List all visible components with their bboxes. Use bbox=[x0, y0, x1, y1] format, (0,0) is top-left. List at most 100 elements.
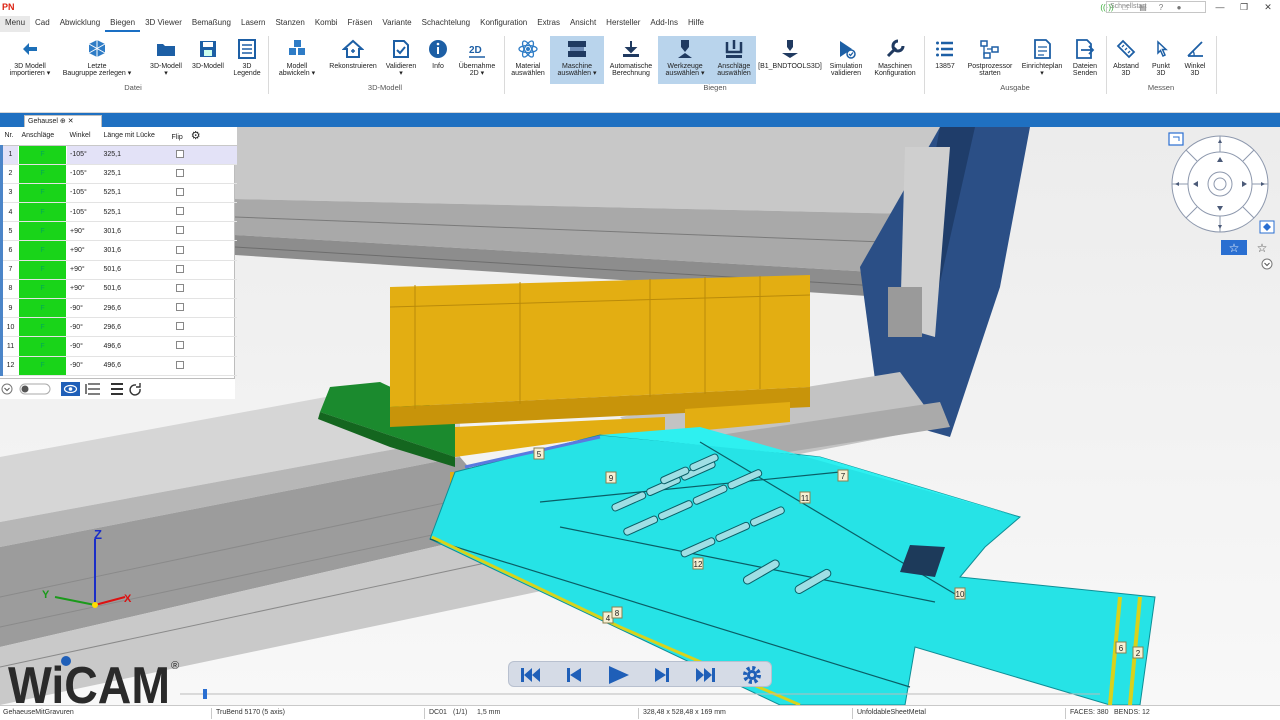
skip-to-end-icon[interactable] bbox=[691, 664, 721, 686]
transfer-2d-button[interactable]: 2D Übernahme 2D ▾ bbox=[454, 36, 500, 84]
flip-checkbox[interactable] bbox=[175, 207, 184, 216]
table-row[interactable]: 5 F +90° 301,6 bbox=[0, 221, 237, 242]
flip-checkbox[interactable] bbox=[175, 360, 184, 369]
tab-extras[interactable]: Extras bbox=[532, 16, 565, 32]
star-icon[interactable]: ☆ bbox=[1257, 241, 1268, 255]
tab-variante[interactable]: Variante bbox=[377, 16, 416, 32]
tab-cad[interactable]: Cad bbox=[30, 16, 55, 32]
skip-to-start-icon[interactable] bbox=[515, 664, 545, 686]
info-button[interactable]: Info bbox=[424, 36, 452, 84]
import-3d-model-button[interactable]: 3D Modell importieren ▾ bbox=[6, 36, 54, 84]
flip-checkbox[interactable] bbox=[175, 226, 184, 235]
table-row[interactable]: 9 F -90° 296,6 bbox=[0, 297, 237, 319]
flip-checkbox[interactable] bbox=[175, 283, 184, 292]
flip-checkbox[interactable] bbox=[175, 245, 184, 254]
tab-ansicht[interactable]: Ansicht bbox=[565, 16, 601, 32]
settings-gear-icon[interactable] bbox=[737, 664, 767, 686]
table-row[interactable]: 7 F +90° 501,6 bbox=[0, 259, 237, 280]
flip-checkbox[interactable] bbox=[175, 168, 184, 177]
stop-indicator[interactable]: F bbox=[18, 278, 67, 300]
stop-indicator[interactable]: F bbox=[18, 240, 67, 261]
stop-indicator[interactable]: F bbox=[18, 144, 67, 165]
bend-label[interactable]: 2 bbox=[1132, 646, 1144, 659]
tab-stanzen[interactable]: Stanzen bbox=[270, 16, 309, 32]
tab-lasern[interactable]: Lasern bbox=[236, 16, 270, 32]
send-files-button[interactable]: Dateien Senden bbox=[1068, 36, 1102, 84]
flip-checkbox[interactable] bbox=[175, 341, 184, 350]
stop-indicator[interactable]: F bbox=[18, 182, 67, 204]
tab-3d-viewer[interactable]: 3D Viewer bbox=[140, 16, 187, 32]
select-machine-button[interactable]: Maschine auswählen ▾ bbox=[550, 36, 604, 84]
start-postprocessor-button[interactable]: Postprozessor starten bbox=[964, 36, 1016, 84]
stop-indicator[interactable]: F bbox=[18, 163, 67, 184]
list-compact-icon[interactable] bbox=[111, 383, 123, 395]
flip-checkbox[interactable] bbox=[175, 264, 184, 273]
flip-checkbox[interactable] bbox=[175, 149, 184, 158]
table-row[interactable]: 1 F -105° 325,1 bbox=[0, 144, 237, 165]
bend-label[interactable]: 12 bbox=[692, 557, 704, 570]
reconstruct-button[interactable]: Rekonstruieren bbox=[326, 36, 380, 84]
bend-label[interactable]: 9 bbox=[605, 471, 617, 484]
view-mode-icon[interactable] bbox=[1168, 132, 1184, 146]
3d-legend-button[interactable]: 3D Legende bbox=[230, 36, 264, 84]
tab-menu[interactable]: Menu bbox=[0, 16, 31, 32]
flip-checkbox[interactable] bbox=[175, 187, 184, 196]
tab-hilfe[interactable]: Hilfe bbox=[683, 16, 709, 32]
stop-indicator[interactable]: F bbox=[18, 355, 67, 376]
select-stops-button[interactable]: Anschläge auswählen bbox=[712, 36, 756, 84]
bend-label[interactable]: 8 bbox=[611, 606, 623, 619]
tab-abwicklung[interactable]: Abwicklung bbox=[55, 16, 105, 32]
unfold-model-button[interactable]: Modell abwickeln ▾ bbox=[272, 36, 322, 84]
stop-indicator[interactable]: F bbox=[18, 297, 67, 319]
table-row[interactable]: 12 F -90° 496,6 bbox=[0, 355, 237, 376]
bend-label[interactable]: 11 bbox=[799, 491, 811, 504]
tab-fräsen[interactable]: Fräsen bbox=[343, 16, 378, 32]
document-tab[interactable]: Gehausel ⊕ ✕ bbox=[24, 115, 102, 127]
table-row[interactable]: 8 F +90° 501,6 bbox=[0, 278, 237, 300]
measure-angle-button[interactable]: Winkel 3D bbox=[1180, 36, 1210, 84]
last-assembly-button[interactable]: Letzte Baugruppe zerlegen ▾ bbox=[60, 36, 134, 84]
bend-label[interactable]: 6 bbox=[1115, 641, 1127, 654]
measure-point-button[interactable]: Punkt 3D bbox=[1146, 36, 1176, 84]
flip-checkbox[interactable] bbox=[175, 303, 184, 312]
setup-plan-button[interactable]: Einrichteplan ▾ bbox=[1018, 36, 1066, 84]
bend-tools-3d-button[interactable]: [B1_BNDTOOLS3D] bbox=[758, 36, 822, 84]
tab-bemaßung[interactable]: Bemaßung bbox=[187, 16, 236, 32]
measure-distance-button[interactable]: Abstand 3D bbox=[1110, 36, 1142, 84]
minimize-icon[interactable]: — bbox=[1214, 1, 1226, 13]
tab-schachtelung[interactable]: Schachtelung bbox=[417, 16, 475, 32]
expand-icon[interactable] bbox=[1261, 258, 1273, 270]
stop-indicator[interactable]: F bbox=[18, 317, 67, 338]
tab-add-ins[interactable]: Add-Ins bbox=[645, 16, 683, 32]
table-row[interactable]: 6 F +90° 301,6 bbox=[0, 240, 237, 261]
table-row[interactable]: 11 F -90° 496,6 bbox=[0, 336, 237, 357]
tab-hersteller[interactable]: Hersteller bbox=[601, 16, 645, 32]
validate-button[interactable]: Validieren ▾ bbox=[382, 36, 420, 84]
stop-indicator[interactable]: F bbox=[18, 336, 67, 357]
table-row[interactable]: 10 F -90° 296,6 bbox=[0, 317, 237, 338]
tab-kombi[interactable]: Kombi bbox=[310, 16, 343, 32]
open-3d-model-button[interactable]: 3D-Modell ▾ bbox=[146, 36, 186, 84]
table-row[interactable]: 2 F -105° 325,1 bbox=[0, 163, 237, 184]
bend-label[interactable]: 5 bbox=[533, 447, 545, 460]
flip-checkbox[interactable] bbox=[175, 322, 184, 331]
play-icon[interactable] bbox=[603, 664, 633, 686]
bend-label[interactable]: 10 bbox=[954, 587, 966, 600]
save-3d-model-button[interactable]: 3D-Modell bbox=[188, 36, 228, 84]
table-row[interactable]: 4 F -105° 525,1 bbox=[0, 202, 237, 223]
select-material-button[interactable]: Material auswählen bbox=[508, 36, 548, 84]
stop-indicator[interactable]: F bbox=[18, 259, 67, 280]
stop-indicator[interactable]: F bbox=[18, 202, 67, 223]
job-number-button[interactable]: 13857 bbox=[930, 36, 960, 84]
stop-indicator[interactable]: F bbox=[18, 221, 67, 242]
bend-label[interactable]: 7 bbox=[837, 469, 849, 482]
list-indent-icon[interactable] bbox=[85, 383, 100, 395]
step-back-icon[interactable] bbox=[559, 664, 589, 686]
close-icon[interactable]: ✕ bbox=[1262, 1, 1274, 13]
timeline-marker[interactable] bbox=[203, 689, 207, 699]
restore-icon[interactable]: ❐ bbox=[1238, 1, 1250, 13]
auto-calculation-button[interactable]: Automatische Berechnung bbox=[606, 36, 656, 84]
select-tools-button[interactable]: Werkzeuge auswählen ▾ bbox=[658, 36, 712, 84]
refresh-icon[interactable] bbox=[129, 383, 141, 396]
collapse-icon[interactable] bbox=[1, 383, 13, 395]
